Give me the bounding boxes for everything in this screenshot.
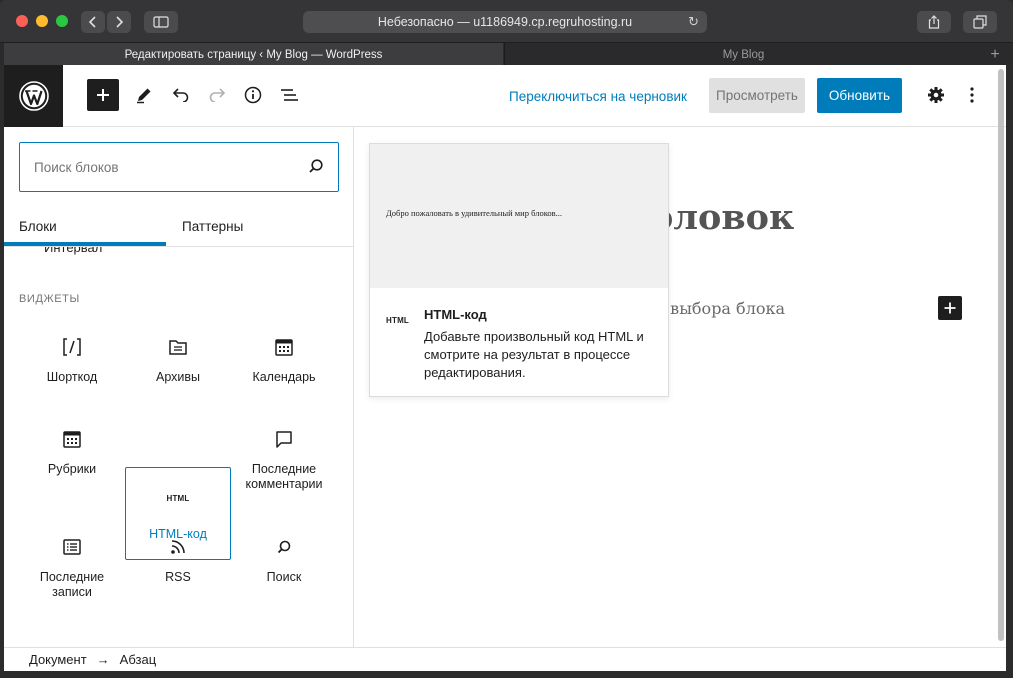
details-button[interactable] — [237, 79, 269, 111]
block-preview-popover: Добро пожаловать в удивительный мир блок… — [369, 143, 669, 397]
block-label: Календарь — [252, 370, 316, 384]
breadcrumb: Документ → Абзац — [4, 647, 1006, 671]
html-glyph: HTML — [386, 316, 410, 325]
new-tab-button[interactable]: + — [984, 43, 1006, 66]
inline-add-block-button[interactable] — [938, 296, 962, 320]
minimize-window-button[interactable] — [36, 15, 48, 27]
calendar-icon — [274, 334, 294, 360]
block-label: RSS — [165, 570, 191, 584]
active-tab-indicator — [4, 242, 166, 246]
editor-header: Переключиться на черновик Просмотреть Об… — [4, 65, 1006, 127]
categories-icon — [62, 426, 82, 452]
search-icon — [276, 534, 292, 560]
sidebar-icon — [153, 16, 169, 28]
chevron-left-icon — [88, 16, 96, 28]
shortcode-icon — [62, 334, 82, 360]
archive-icon — [168, 334, 188, 360]
block-rss[interactable]: RSS — [125, 527, 231, 620]
block-inserter-panel: Интервал Блоки Паттерны ВИДЖЕТЫ Шорткод … — [4, 127, 354, 647]
redo-icon — [209, 88, 226, 102]
list-view-icon — [281, 89, 298, 101]
address-text: Небезопасно — u1186949.cp.regruhosting.r… — [377, 15, 633, 29]
preview-description: Добавьте произвольный код HTML и смотрит… — [424, 329, 644, 380]
block-shortcode[interactable]: Шорткод — [19, 327, 125, 420]
scrollbar[interactable] — [998, 69, 1004, 641]
block-latest-comments[interactable]: Последние комментарии — [231, 419, 337, 512]
block-label: Архивы — [155, 370, 200, 384]
address-bar[interactable]: Небезопасно — u1186949.cp.regruhosting.r… — [303, 11, 707, 33]
block-search — [19, 142, 339, 192]
preview-text: Добро пожаловать в удивительный мир блок… — [386, 208, 563, 218]
update-button[interactable]: Обновить — [817, 78, 902, 113]
reload-icon[interactable]: ↻ — [688, 14, 699, 30]
back-button[interactable] — [81, 11, 105, 33]
post-list-icon — [62, 534, 82, 560]
tab-label: Редактировать страницу ‹ My Blog — WordP… — [124, 48, 383, 61]
tab-edit-page[interactable]: Редактировать страницу ‹ My Blog — WordP… — [4, 43, 503, 66]
block-label: Рубрики — [47, 462, 97, 476]
search-icon[interactable] — [308, 158, 324, 179]
comment-icon — [274, 426, 294, 452]
block-calendar[interactable]: Календарь — [231, 327, 337, 420]
gear-icon — [928, 87, 944, 103]
block-preview-area: Добро пожаловать в удивительный мир блок… — [370, 144, 668, 288]
breadcrumb-document[interactable]: Документ — [29, 652, 87, 667]
undo-button[interactable] — [165, 79, 197, 111]
block-appender-placeholder[interactable]: я выбора блока — [655, 299, 785, 318]
close-window-button[interactable] — [16, 15, 28, 27]
redo-button[interactable] — [201, 79, 233, 111]
tools-button[interactable] — [128, 79, 160, 111]
plus-icon — [944, 302, 956, 314]
toggle-inserter-button[interactable] — [87, 79, 119, 111]
wordpress-logo-button[interactable] — [4, 65, 63, 127]
block-label: Шорткод — [46, 370, 98, 384]
zoom-window-button[interactable] — [56, 15, 68, 27]
block-latest-posts[interactable]: Последние записи — [19, 527, 125, 637]
preview-button[interactable]: Просмотреть — [709, 78, 805, 113]
block-label: Последние комментарии — [245, 462, 323, 491]
tab-patterns[interactable]: Паттерны — [182, 205, 243, 247]
options-menu-button[interactable] — [956, 79, 988, 111]
rss-icon — [169, 534, 187, 560]
info-icon — [244, 86, 262, 104]
tab-blocks[interactable]: Блоки — [19, 205, 57, 247]
html-icon: HTML — [166, 485, 189, 511]
wp-editor: Переключиться на черновик Просмотреть Об… — [4, 65, 1006, 671]
tab-label: My Blog — [722, 48, 765, 61]
preview-title: HTML-код — [424, 307, 487, 322]
more-vertical-icon — [970, 87, 974, 103]
chevron-right-icon — [116, 16, 124, 28]
block-label: Последние записи — [39, 570, 105, 599]
plus-icon — [97, 89, 109, 101]
forward-button[interactable] — [107, 11, 131, 33]
breadcrumb-paragraph[interactable]: Абзац — [120, 652, 156, 667]
arrow-right-icon: → — [96, 652, 110, 667]
settings-button[interactable] — [920, 79, 952, 111]
inserter-tabs: Блоки Паттерны — [4, 205, 353, 247]
undo-icon — [172, 88, 189, 102]
share-button[interactable] — [917, 11, 951, 33]
share-icon — [928, 15, 940, 29]
switch-to-draft-button[interactable]: Переключиться на черновик — [509, 79, 687, 113]
browser-window: Небезопасно — u1186949.cp.regruhosting.r… — [0, 0, 1013, 678]
tab-overview-button[interactable] — [963, 11, 997, 33]
block-label: Поиск — [266, 570, 302, 584]
post-heading[interactable]: оловок — [650, 197, 794, 238]
wordpress-icon — [18, 81, 49, 111]
tab-my-blog[interactable]: My Blog — [504, 43, 982, 66]
block-search-input[interactable] — [34, 155, 294, 179]
category-heading: ВИДЖЕТЫ — [19, 293, 80, 305]
sidebar-toggle-button[interactable] — [144, 11, 178, 33]
list-view-button[interactable] — [273, 79, 305, 111]
block-search[interactable]: Поиск — [231, 527, 337, 620]
browser-toolbar: Небезопасно — u1186949.cp.regruhosting.r… — [0, 0, 1013, 42]
block-archives[interactable]: Архивы — [125, 327, 231, 420]
block-categories[interactable]: Рубрики — [19, 419, 125, 512]
html-icon: HTML — [386, 310, 409, 328]
pencil-icon — [137, 88, 151, 104]
html-glyph: HTML — [166, 493, 190, 503]
browser-tab-bar: Редактировать страницу ‹ My Blog — WordP… — [0, 42, 1013, 66]
tabs-icon — [973, 15, 987, 29]
